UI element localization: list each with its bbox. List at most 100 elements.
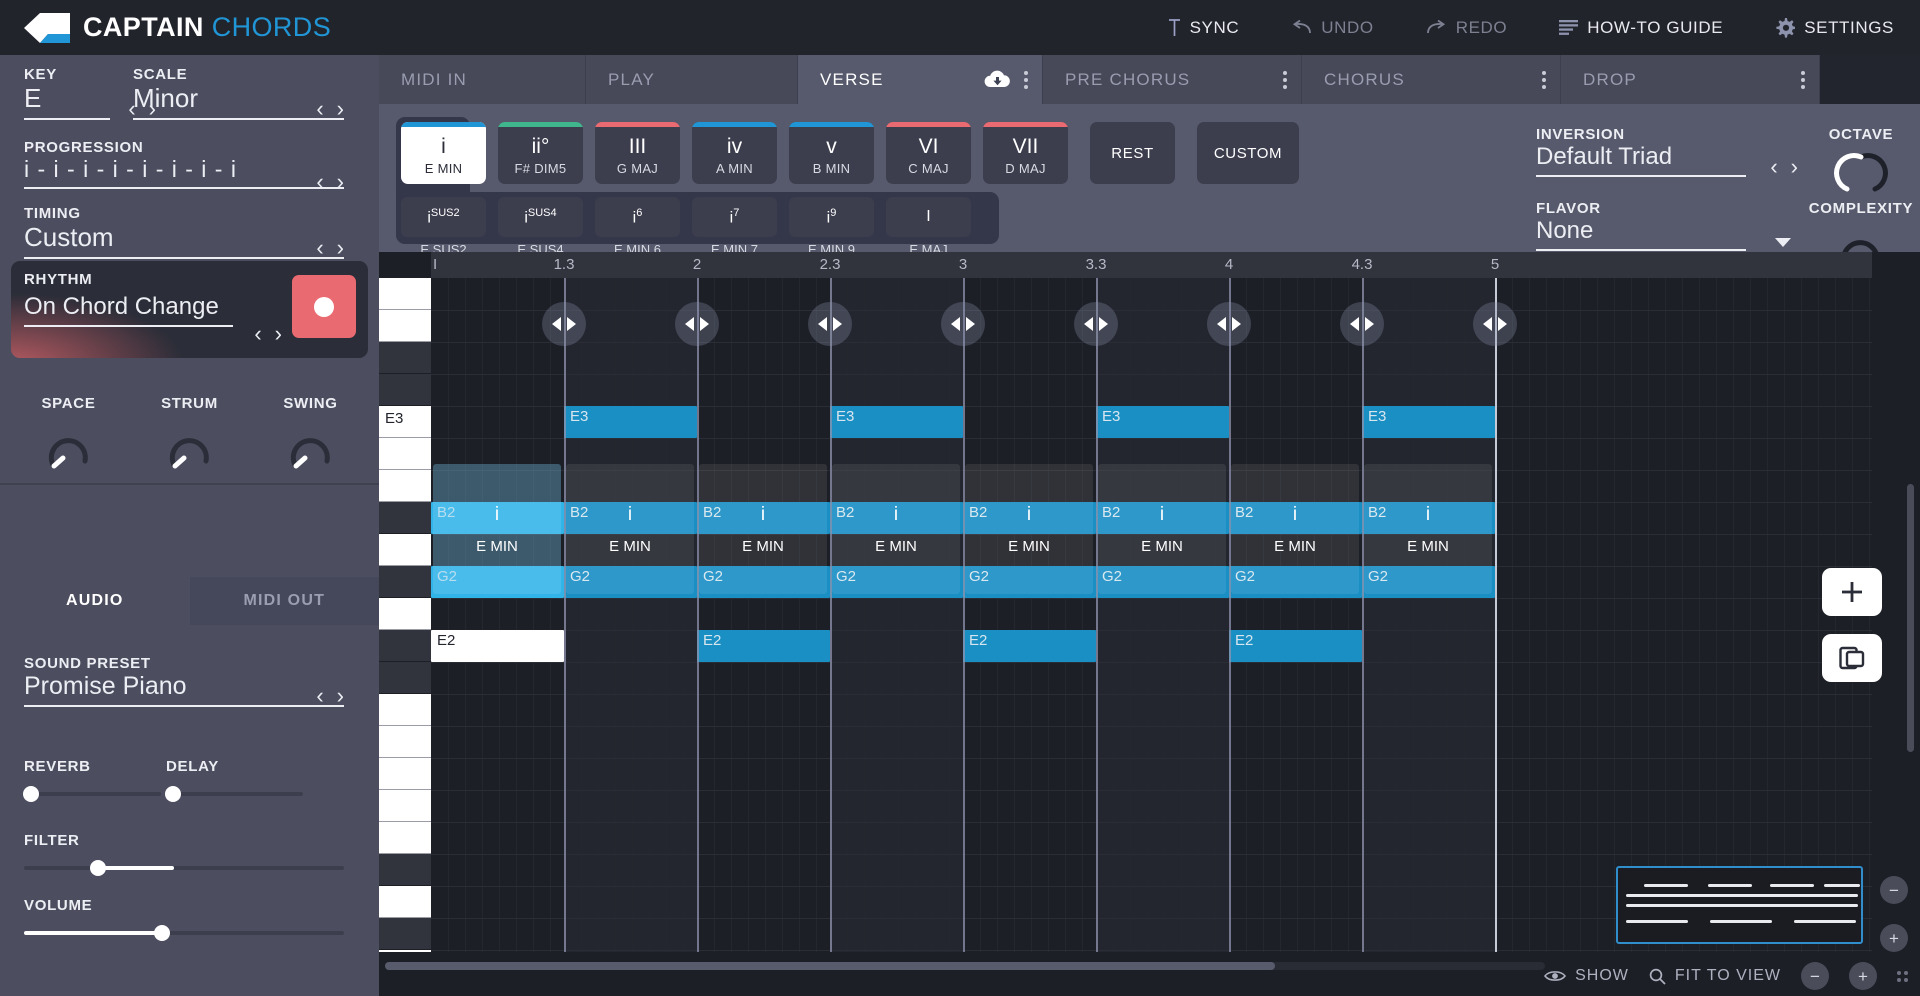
chord-nav-control[interactable] xyxy=(808,302,852,346)
progression-field[interactable]: PROGRESSION i - i - i - i - i - i - i - … xyxy=(24,139,344,193)
verse-menu-button[interactable] xyxy=(1024,70,1028,89)
piano-white-key[interactable] xyxy=(379,758,431,790)
note-block-e2[interactable]: E2 xyxy=(697,630,830,662)
chord-block[interactable]: i E MIN xyxy=(566,464,694,594)
drop-menu-button[interactable] xyxy=(1801,70,1805,89)
volume-slider[interactable] xyxy=(24,925,344,941)
chord-button-VI[interactable]: VI C MAJ xyxy=(886,122,971,184)
note-block-e3[interactable]: E3 xyxy=(1362,406,1495,438)
zoom-out-button[interactable]: − xyxy=(1801,962,1829,990)
prev-arrow-icon[interactable] xyxy=(951,317,960,331)
chord-nav-control[interactable] xyxy=(1340,302,1384,346)
rhythm-field[interactable]: On Chord Change ‹ › xyxy=(24,293,282,345)
sync-button[interactable]: SYNC xyxy=(1168,18,1240,38)
piano-white-key[interactable] xyxy=(379,534,431,566)
next-arrow-icon[interactable] xyxy=(966,317,975,331)
settings-button[interactable]: SETTINGS xyxy=(1775,17,1894,38)
inversion-next-arrow[interactable]: › xyxy=(1791,156,1798,178)
chord-block[interactable]: i E MIN xyxy=(832,464,960,594)
add-chord-button[interactable] xyxy=(1822,568,1882,616)
timing-prev-arrow[interactable]: ‹ xyxy=(316,237,323,259)
ext-button-major[interactable]: I xyxy=(886,197,971,237)
note-block-e2[interactable]: E2 xyxy=(963,630,1096,662)
next-arrow-icon[interactable] xyxy=(1498,317,1507,331)
chord-nav-control[interactable] xyxy=(1207,302,1251,346)
note-block-e3[interactable]: E3 xyxy=(1096,406,1229,438)
chord-block[interactable]: i E MIN xyxy=(1364,464,1492,594)
chord-button-VII[interactable]: VII D MAJ xyxy=(983,122,1068,184)
reverb-slider-handle[interactable] xyxy=(22,786,39,802)
tab-audio[interactable]: AUDIO xyxy=(0,577,190,625)
timing-next-arrow[interactable]: › xyxy=(337,237,344,259)
piano-black-key[interactable] xyxy=(379,630,431,662)
delay-slider-handle[interactable] xyxy=(164,786,181,802)
piano-black-key[interactable] xyxy=(379,502,431,534)
ext-button-sus4[interactable]: iSUS4 xyxy=(498,197,583,237)
piano-white-key[interactable] xyxy=(379,598,431,630)
piano-black-key[interactable] xyxy=(379,918,431,950)
scale-next-arrow[interactable]: › xyxy=(337,98,344,120)
piano-black-key[interactable] xyxy=(379,566,431,598)
chord-block[interactable]: i E MIN xyxy=(699,464,827,594)
undo-button[interactable]: UNDO xyxy=(1291,18,1373,38)
next-arrow-icon[interactable] xyxy=(1365,317,1374,331)
flavor-chevron-down-icon[interactable] xyxy=(1775,238,1791,247)
prev-arrow-icon[interactable] xyxy=(1483,317,1492,331)
section-tab-drop[interactable]: DROP xyxy=(1561,55,1820,104)
section-tab-play[interactable]: PLAY xyxy=(586,55,798,104)
inversion-prev-arrow[interactable]: ‹ xyxy=(1770,156,1777,178)
swing-knob[interactable] xyxy=(283,421,339,471)
zoom-in-button[interactable]: + xyxy=(1849,962,1877,990)
show-button[interactable]: SHOW xyxy=(1544,967,1629,985)
sound-preset-prev-arrow[interactable]: ‹ xyxy=(316,685,323,707)
delay-slider[interactable] xyxy=(164,786,303,802)
chord-block[interactable]: i E MIN xyxy=(1231,464,1359,594)
chord-block[interactable]: i E MIN xyxy=(433,464,561,594)
progression-prev-arrow[interactable]: ‹ xyxy=(316,171,323,193)
piano-white-key[interactable] xyxy=(379,790,431,822)
duplicate-chord-button[interactable] xyxy=(1822,634,1882,682)
next-arrow-icon[interactable] xyxy=(700,317,709,331)
record-button[interactable] xyxy=(292,275,356,338)
custom-button[interactable]: CUSTOM xyxy=(1197,122,1299,184)
arrangement-minimap[interactable] xyxy=(1616,866,1863,944)
scale-prev-arrow[interactable]: ‹ xyxy=(316,98,323,120)
prev-arrow-icon[interactable] xyxy=(818,317,827,331)
piano-white-key[interactable] xyxy=(379,470,431,502)
piano-white-key[interactable] xyxy=(379,438,431,470)
section-tab-verse[interactable]: VERSE xyxy=(798,55,1043,104)
resize-grip-icon[interactable] xyxy=(1897,970,1908,982)
progression-next-arrow[interactable]: › xyxy=(337,171,344,193)
prev-arrow-icon[interactable] xyxy=(1350,317,1359,331)
chord-block[interactable]: i E MIN xyxy=(965,464,1093,594)
note-block-e3[interactable]: E3 xyxy=(564,406,697,438)
prev-arrow-icon[interactable] xyxy=(1084,317,1093,331)
section-tab-chorus[interactable]: CHORUS xyxy=(1302,55,1561,104)
prev-arrow-icon[interactable] xyxy=(1217,317,1226,331)
piano-white-key[interactable] xyxy=(379,726,431,758)
note-block-e3[interactable]: E3 xyxy=(830,406,963,438)
chord-nav-control[interactable] xyxy=(941,302,985,346)
redo-button[interactable]: REDO xyxy=(1426,18,1508,38)
key-field[interactable]: KEY E ‹ › xyxy=(24,66,156,120)
minimap-zoom-in-button[interactable]: + xyxy=(1880,924,1908,952)
ext-button-7[interactable]: i7 xyxy=(692,197,777,237)
section-tab-pre-chorus[interactable]: PRE CHORUS xyxy=(1043,55,1302,104)
next-arrow-icon[interactable] xyxy=(1099,317,1108,331)
timeline-ruler[interactable]: I 1.3 2 2.3 3 3.3 4 4.3 5 xyxy=(431,252,1872,278)
next-arrow-icon[interactable] xyxy=(833,317,842,331)
section-tab-midi-in[interactable]: MIDI IN xyxy=(379,55,586,104)
ext-button-9[interactable]: i9 xyxy=(789,197,874,237)
chord-button-III[interactable]: III G MAJ xyxy=(595,122,680,184)
flavor-field[interactable]: FLAVOR None xyxy=(1536,200,1791,251)
octave-knob[interactable] xyxy=(1833,149,1889,199)
piano-black-key[interactable] xyxy=(379,662,431,694)
vertical-scrollbar[interactable] xyxy=(1907,484,1914,752)
sound-preset-field[interactable]: SOUND PRESET Promise Piano ‹ › xyxy=(24,655,344,707)
minimap-zoom-out-button[interactable]: − xyxy=(1880,876,1908,904)
chord-button-i[interactable]: i E MIN xyxy=(401,122,486,184)
rhythm-prev-arrow[interactable]: ‹ xyxy=(254,323,261,345)
volume-slider-handle[interactable] xyxy=(153,925,170,941)
tab-midi-out[interactable]: MIDI OUT xyxy=(189,577,379,625)
inversion-field[interactable]: INVERSION Default Triad ‹ › xyxy=(1536,126,1798,178)
